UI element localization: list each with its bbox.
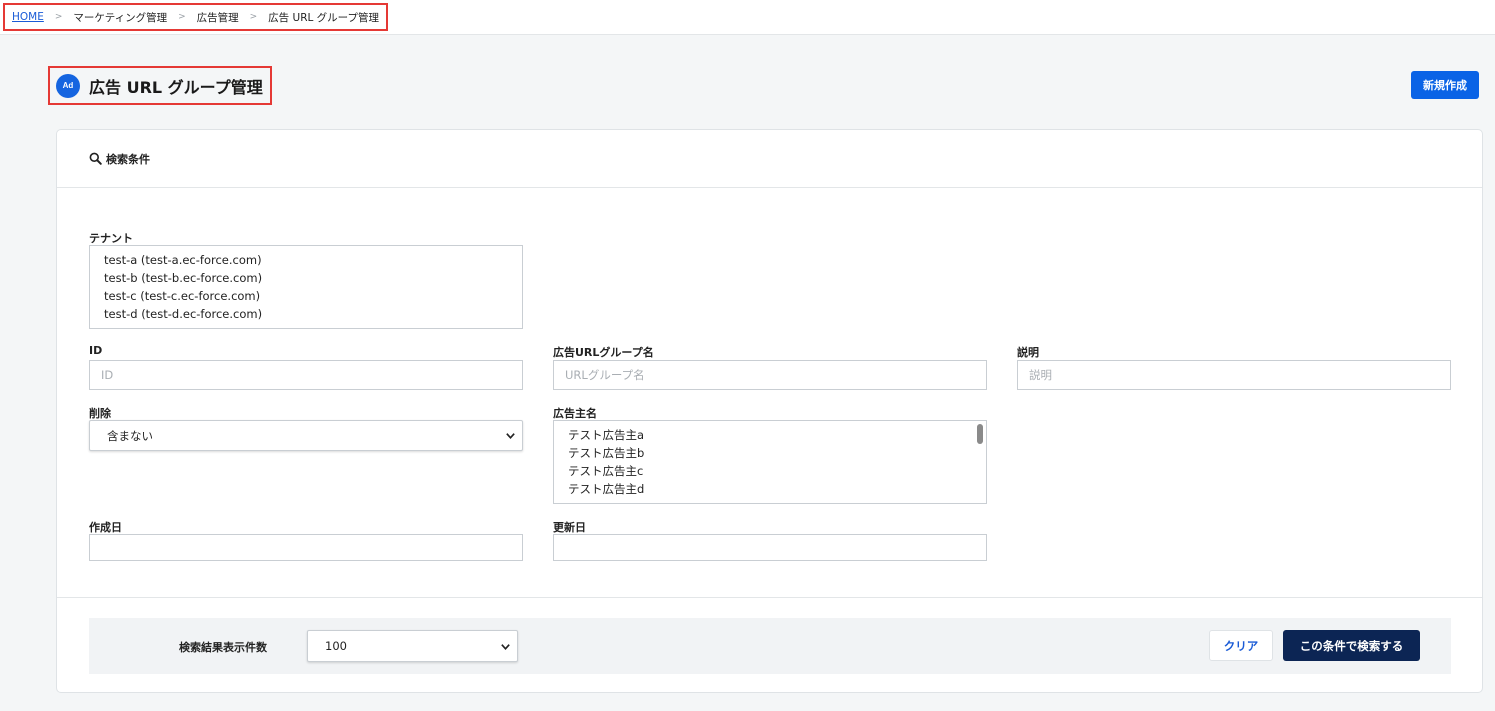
tenant-option[interactable]: test-b (test-b.ec-force.com) [104, 270, 522, 288]
clear-button[interactable]: クリア [1209, 630, 1273, 661]
deleted-label: 削除 [89, 407, 111, 420]
chevron-down-icon [506, 433, 515, 440]
deleted-select[interactable]: 含まない [89, 420, 523, 451]
tenant-listbox[interactable]: test-a (test-a.ec-force.com) test-b (tes… [89, 245, 523, 329]
created-at-input[interactable] [89, 534, 523, 561]
chevron-down-icon [501, 643, 510, 650]
tenant-label: テナント [89, 232, 133, 245]
id-input[interactable] [89, 360, 523, 390]
advertiser-listbox[interactable]: テスト広告主a テスト広告主b テスト広告主c テスト広告主d [553, 420, 987, 504]
description-label: 説明 [1017, 346, 1039, 359]
advertiser-option[interactable]: テスト広告主b [568, 445, 986, 463]
advertiser-label: 広告主名 [553, 407, 597, 420]
page-title-text: 広告 URL グループ管理 [89, 77, 263, 97]
page-title: Ad 広告 URL グループ管理 [48, 66, 272, 105]
url-group-name-label: 広告URLグループ名 [553, 346, 654, 359]
search-conditions-title: 検索条件 [106, 152, 150, 166]
id-label: ID [89, 344, 103, 357]
tenant-option[interactable]: test-a (test-a.ec-force.com) [104, 252, 522, 270]
tenant-option[interactable]: test-d (test-d.ec-force.com) [104, 306, 522, 324]
url-group-name-input[interactable] [553, 360, 987, 390]
top-bar: HOME > マーケティング管理 > 広告管理 > 広告 URL グループ管理 [0, 0, 1495, 35]
search-conditions-card: 検索条件 テナント test-a (test-a.ec-force.com) t… [56, 129, 1483, 693]
breadcrumb-separator: > [54, 12, 63, 22]
search-conditions-header: 検索条件 [57, 130, 1482, 188]
search-submit-button[interactable]: この条件で検索する [1283, 630, 1420, 661]
advertiser-option[interactable]: テスト広告主a [568, 427, 986, 445]
breadcrumb-item-current: 広告 URL グループ管理 [268, 11, 380, 24]
advertiser-option[interactable]: テスト広告主d [568, 481, 986, 499]
listbox-scrollbar[interactable] [977, 424, 983, 444]
created-at-label: 作成日 [89, 521, 122, 534]
updated-at-label: 更新日 [553, 521, 586, 534]
breadcrumb-separator: > [178, 12, 186, 22]
breadcrumb-separator: > [249, 12, 258, 22]
new-create-button[interactable]: 新規作成 [1411, 71, 1479, 99]
updated-at-input[interactable] [553, 534, 987, 561]
description-input[interactable] [1017, 360, 1451, 390]
result-count-label: 検索結果表示件数 [179, 641, 267, 654]
search-icon [89, 152, 102, 165]
search-footer: 検索結果表示件数 100 クリア この条件で検索する [89, 618, 1451, 674]
divider [57, 597, 1482, 598]
breadcrumb-item-marketing[interactable]: マーケティング管理 [73, 10, 167, 25]
ad-icon: Ad [56, 73, 80, 98]
result-count-select[interactable]: 100 [307, 630, 518, 662]
breadcrumb: HOME > マーケティング管理 > 広告管理 > 広告 URL グループ管理 [3, 3, 389, 31]
breadcrumb-home-link[interactable]: HOME [12, 11, 44, 23]
deleted-select-value: 含まない [107, 428, 153, 443]
result-count-value: 100 [325, 639, 347, 653]
advertiser-option[interactable]: テスト広告主c [568, 463, 986, 481]
tenant-option[interactable]: test-c (test-c.ec-force.com) [104, 288, 522, 306]
breadcrumb-item-ads[interactable]: 広告管理 [197, 10, 239, 25]
